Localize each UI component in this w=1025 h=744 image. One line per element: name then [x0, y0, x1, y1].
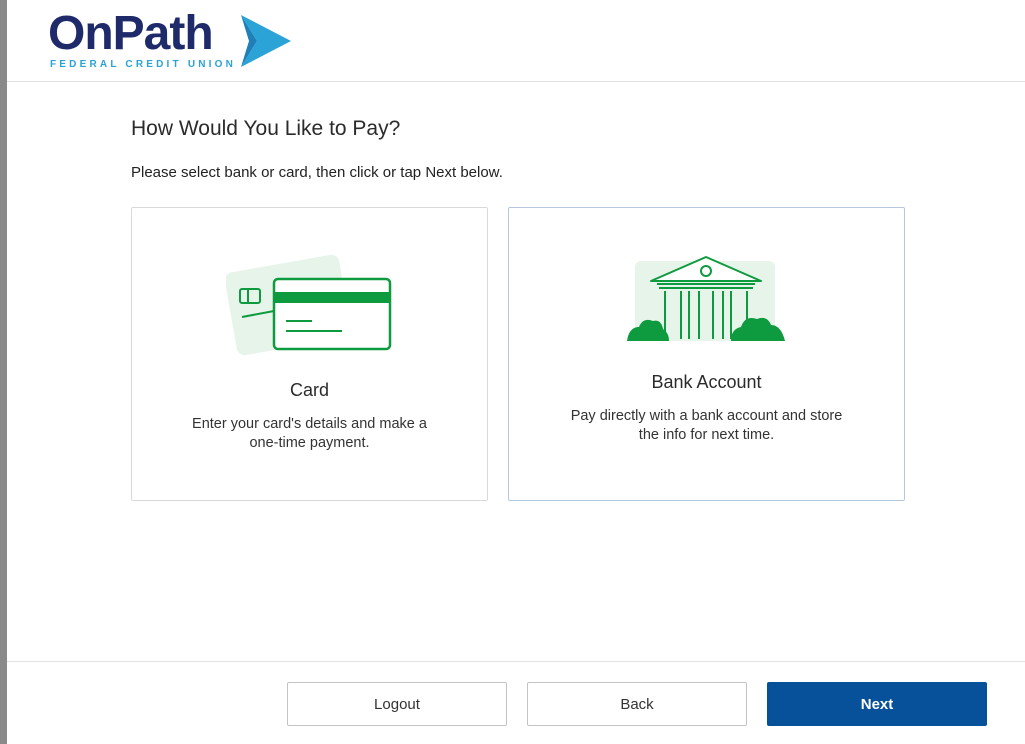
window-edge [0, 0, 7, 744]
header: OnPath FEDERAL CREDIT UNION [7, 0, 1025, 82]
option-desc-bank-line1: Pay directly with a bank account and sto… [570, 408, 843, 424]
arrow-logo-icon [241, 15, 291, 67]
page-instruction: Please select bank or card, then click o… [131, 164, 503, 181]
option-desc-card-line2: one-time payment. [249, 435, 370, 451]
option-desc-bank-line2: the info for next time. [638, 427, 775, 443]
onpath-logo[interactable]: OnPath FEDERAL CREDIT UNION [48, 8, 308, 74]
bank-building-icon [627, 256, 785, 341]
option-title-card: Card [289, 380, 329, 400]
page-title: How Would You Like to Pay? [131, 117, 401, 140]
payment-option-bank[interactable]: Bank Account Pay directly with a bank ac… [508, 207, 905, 501]
option-title-bank: Bank Account [651, 372, 762, 392]
option-desc-card-line1: Enter your card's details and make a [192, 416, 427, 432]
back-button[interactable]: Back [527, 682, 747, 726]
footer-divider [7, 661, 1025, 662]
next-button[interactable]: Next [767, 682, 987, 726]
logo-tagline: FEDERAL CREDIT UNION [50, 59, 237, 70]
payment-option-card[interactable]: Card Enter your card's details and make … [131, 207, 488, 501]
credit-card-icon [226, 255, 392, 355]
logout-button[interactable]: Logout [287, 682, 507, 726]
logo-wordmark: OnPath [48, 7, 214, 60]
